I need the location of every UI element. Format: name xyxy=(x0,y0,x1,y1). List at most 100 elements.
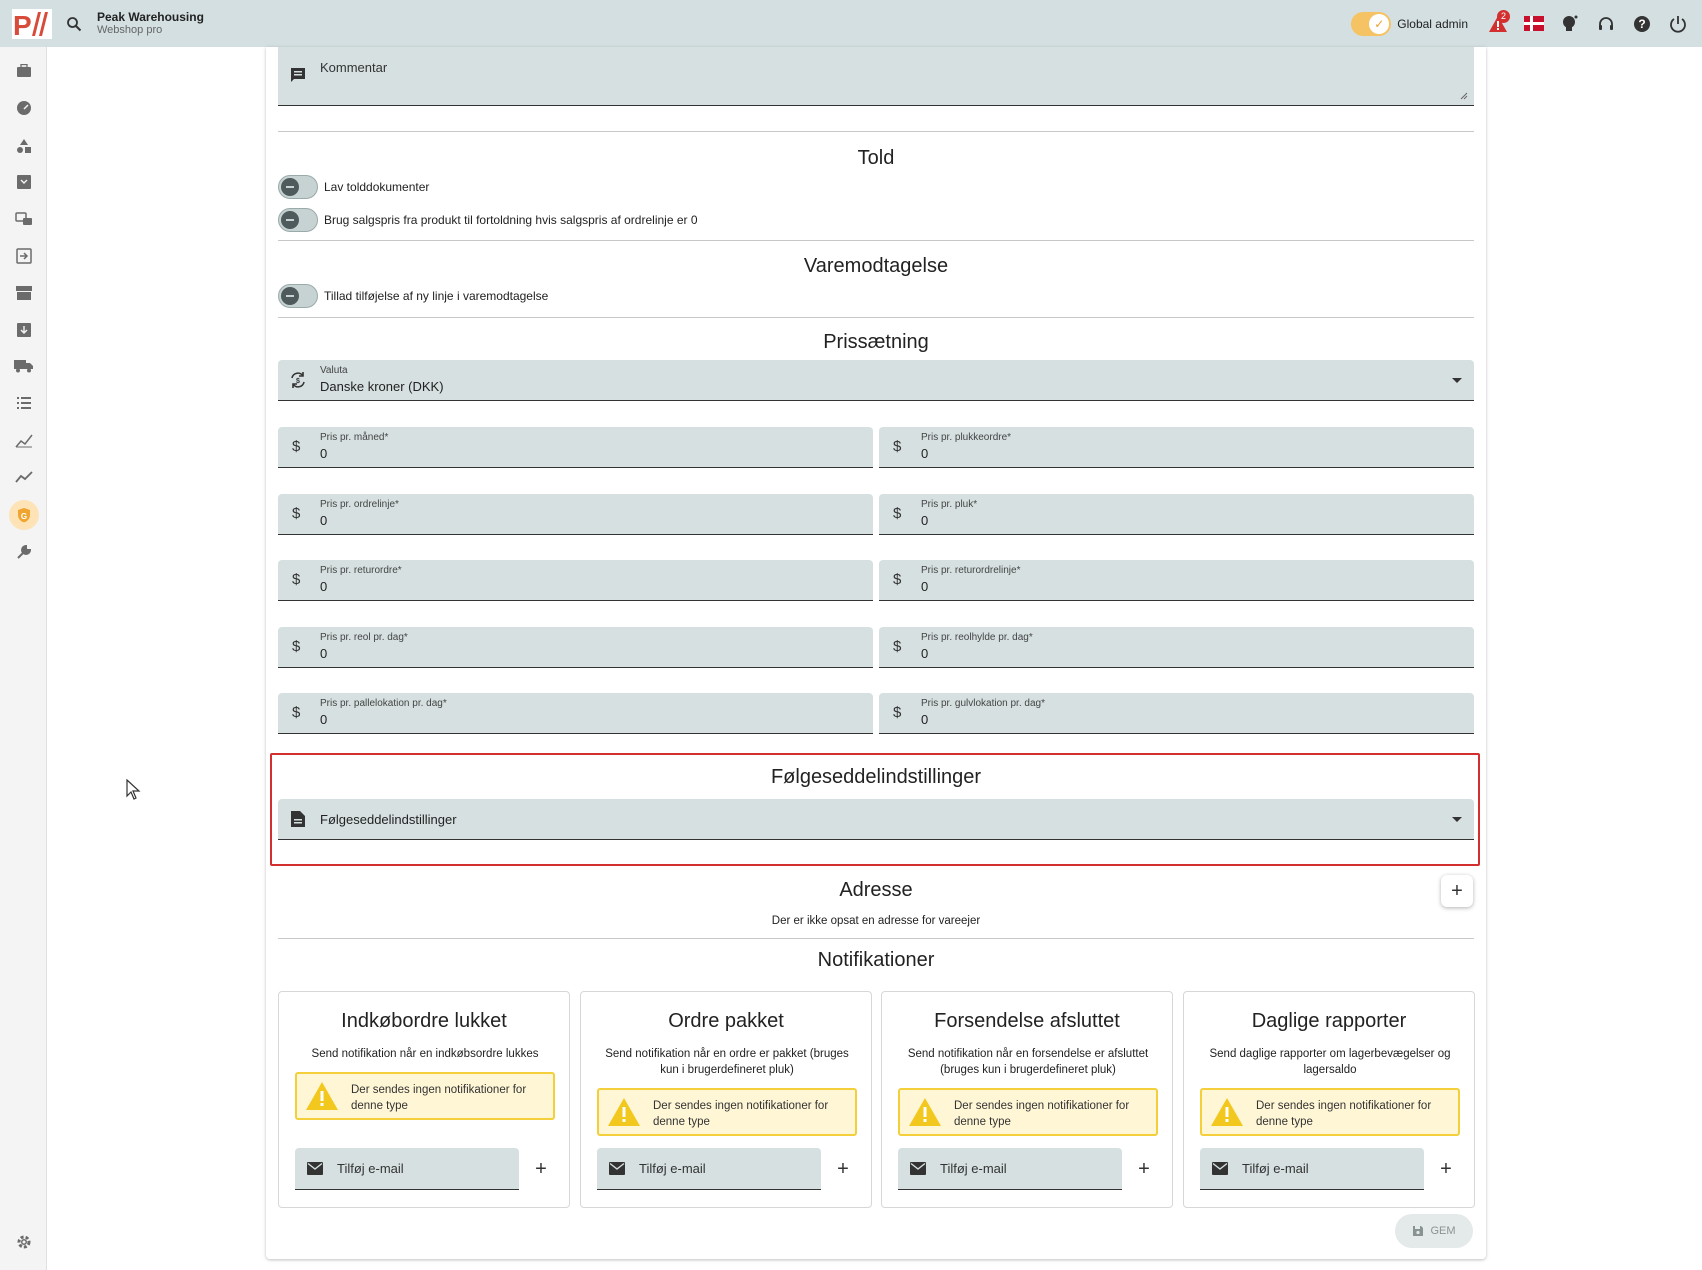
lightbulb-icon[interactable] xyxy=(1552,6,1588,42)
price-field[interactable]: $ Pris pr. returordre* 0 xyxy=(278,560,873,601)
sidebar-settings[interactable] xyxy=(0,1225,47,1259)
sidebar-item-archive[interactable] xyxy=(0,313,47,347)
email-input[interactable]: Tilføj e-mail xyxy=(898,1148,1122,1190)
sidebar-item-login[interactable] xyxy=(0,239,47,273)
price-field-value: 0 xyxy=(921,712,929,727)
price-field[interactable]: $ Pris pr. returordrelinje* 0 xyxy=(879,560,1474,601)
email-placeholder: Tilføj e-mail xyxy=(940,1161,1007,1176)
add-email-button[interactable]: + xyxy=(829,1155,857,1183)
notification-card: Ordre pakket Send notifikation når en ord… xyxy=(580,991,872,1208)
allow-new-line-switch[interactable] xyxy=(278,284,318,308)
add-email-button[interactable]: + xyxy=(1130,1155,1158,1183)
search-icon[interactable] xyxy=(63,13,85,35)
told-toggle-row-1: Lav tolddokumenter xyxy=(278,174,429,200)
sidebar-item-briefcase[interactable] xyxy=(0,54,47,88)
add-address-button[interactable]: + xyxy=(1441,875,1473,907)
price-field[interactable]: $ Pris pr. pluk* 0 xyxy=(879,493,1474,535)
price-field[interactable]: $ Pris pr. gulvlokation pr. dag* 0 xyxy=(879,693,1474,734)
price-field[interactable]: $ Pris pr. ordrelinje* 0 xyxy=(278,493,873,535)
warning-alert: Der sendes ingen notifikationer for denn… xyxy=(295,1072,555,1120)
price-field[interactable]: $ Pris pr. reolhylde pr. dag* 0 xyxy=(879,626,1474,668)
sidebar-item-trend[interactable] xyxy=(0,460,47,494)
sidebar-item-inbox[interactable] xyxy=(0,165,47,199)
allow-new-line-label: Tillad tilføjelse af ny linje i varemodt… xyxy=(324,289,549,303)
dashboard-icon xyxy=(16,101,31,115)
email-placeholder: Tilføj e-mail xyxy=(337,1161,404,1176)
add-email-button[interactable]: + xyxy=(1432,1155,1460,1183)
save-button[interactable]: GEM xyxy=(1395,1214,1473,1248)
wrench-icon xyxy=(16,544,31,559)
logo[interactable]: P xyxy=(11,6,53,42)
notifikationer-title: Notifikationer xyxy=(817,949,935,971)
help-icon[interactable]: ? xyxy=(1624,6,1660,42)
email-input[interactable]: Tilføj e-mail xyxy=(597,1148,821,1190)
price-field-value: 0 xyxy=(921,512,929,528)
notification-card-description: Send daglige rapporter om lagerbevægelse… xyxy=(1209,1048,1451,1076)
price-field-label: Pris pr. pluk* xyxy=(921,498,978,510)
price-field[interactable]: $ Pris pr. reol pr. dag* 0 xyxy=(278,626,873,668)
sidebar-item-chart[interactable] xyxy=(0,423,47,457)
warning-icon xyxy=(608,1098,640,1126)
divider xyxy=(278,317,1474,318)
store-icon xyxy=(15,286,32,300)
list-icon xyxy=(16,397,31,409)
price-field-label: Pris pr. reolhylde pr. dag* xyxy=(921,631,1033,643)
sidebar-item-move[interactable] xyxy=(0,202,47,236)
sidebar-item-wrench[interactable] xyxy=(0,535,47,569)
warning-icon xyxy=(909,1098,941,1126)
sidebar-item-shapes[interactable] xyxy=(0,129,47,163)
price-field[interactable]: $ Pris pr. måned* 0 xyxy=(278,427,873,468)
email-input[interactable]: Tilføj e-mail xyxy=(295,1148,519,1190)
global-admin-toggle[interactable]: ✓ xyxy=(1351,11,1392,36)
dollar-icon: $ xyxy=(292,438,301,455)
trend-icon xyxy=(14,471,33,483)
svg-text:?: ? xyxy=(1638,17,1645,31)
email-input[interactable]: Tilføj e-mail xyxy=(1200,1148,1424,1190)
notification-card-description: Send notifikation når en ordre er pakket… xyxy=(605,1048,849,1076)
global-admin-label: Global admin xyxy=(1397,16,1468,31)
alerts-icon[interactable]: 2 xyxy=(1480,6,1516,42)
sidebar-item-truck[interactable] xyxy=(0,349,47,383)
notification-card: Indkøbordre lukket Send notifikation når … xyxy=(278,991,570,1208)
add-email-button[interactable]: + xyxy=(527,1155,555,1183)
archive-down-icon xyxy=(16,323,31,337)
sidebar-item-store[interactable] xyxy=(0,276,47,310)
packing-slip-select[interactable]: Følgeseddelindstillinger xyxy=(278,799,1474,840)
power-icon[interactable] xyxy=(1660,6,1696,42)
notification-card-description: Send notifikation når en forsendelse er … xyxy=(907,1048,1149,1076)
brand[interactable]: Peak Warehousing Webshop pro xyxy=(97,10,204,37)
sales-price-customs-switch[interactable] xyxy=(278,208,318,232)
danish-flag-icon[interactable] xyxy=(1516,6,1552,42)
brand-subtitle: Webshop pro xyxy=(97,23,163,36)
chevron-down-icon xyxy=(1452,378,1462,383)
dollar-icon: $ xyxy=(893,504,902,522)
save-label: GEM xyxy=(1430,1225,1456,1237)
warning-text: Der sendes ingen notifikationer for denn… xyxy=(1256,1100,1432,1128)
warning-icon xyxy=(1211,1098,1243,1126)
customs-documents-switch[interactable] xyxy=(278,175,318,199)
prissaetning-title: Prissætning xyxy=(823,331,929,353)
price-field[interactable]: $ Pris pr. plukkeordre* 0 xyxy=(879,427,1474,468)
sidebar-item-list[interactable] xyxy=(0,386,47,420)
dollar-icon: $ xyxy=(893,637,902,655)
price-field[interactable]: $ Pris pr. pallelokation pr. dag* 0 xyxy=(278,693,873,734)
sidebar-item-shield[interactable]: G xyxy=(0,498,47,532)
price-field-label: Pris pr. ordrelinje* xyxy=(320,498,399,510)
mail-icon xyxy=(307,1162,323,1175)
sidebar-item-dashboard[interactable] xyxy=(0,91,47,125)
price-field-label: Pris pr. returordrelinje* xyxy=(921,565,1021,576)
price-field-value: 0 xyxy=(320,579,328,594)
warning-alert: Der sendes ingen notifikationer for denn… xyxy=(597,1088,857,1136)
price-field-value: 0 xyxy=(921,579,929,594)
resize-handle-icon[interactable] xyxy=(1460,92,1468,100)
price-field-label: Pris pr. returordre* xyxy=(320,565,402,576)
currency-select[interactable]: $ Valuta Danske kroner (DKK) xyxy=(278,360,1474,401)
support-icon[interactable] xyxy=(1588,6,1624,42)
told-title: Told xyxy=(857,147,895,169)
warning-alert: Der sendes ingen notifikationer for denn… xyxy=(898,1088,1158,1136)
notification-card-title: Daglige rapporter xyxy=(1251,1010,1407,1032)
check-icon: ✓ xyxy=(1369,13,1390,34)
dollar-icon: $ xyxy=(893,571,902,588)
comment-field[interactable]: Kommentar xyxy=(278,47,1474,106)
notification-card-title: Ordre pakket xyxy=(668,1010,784,1032)
